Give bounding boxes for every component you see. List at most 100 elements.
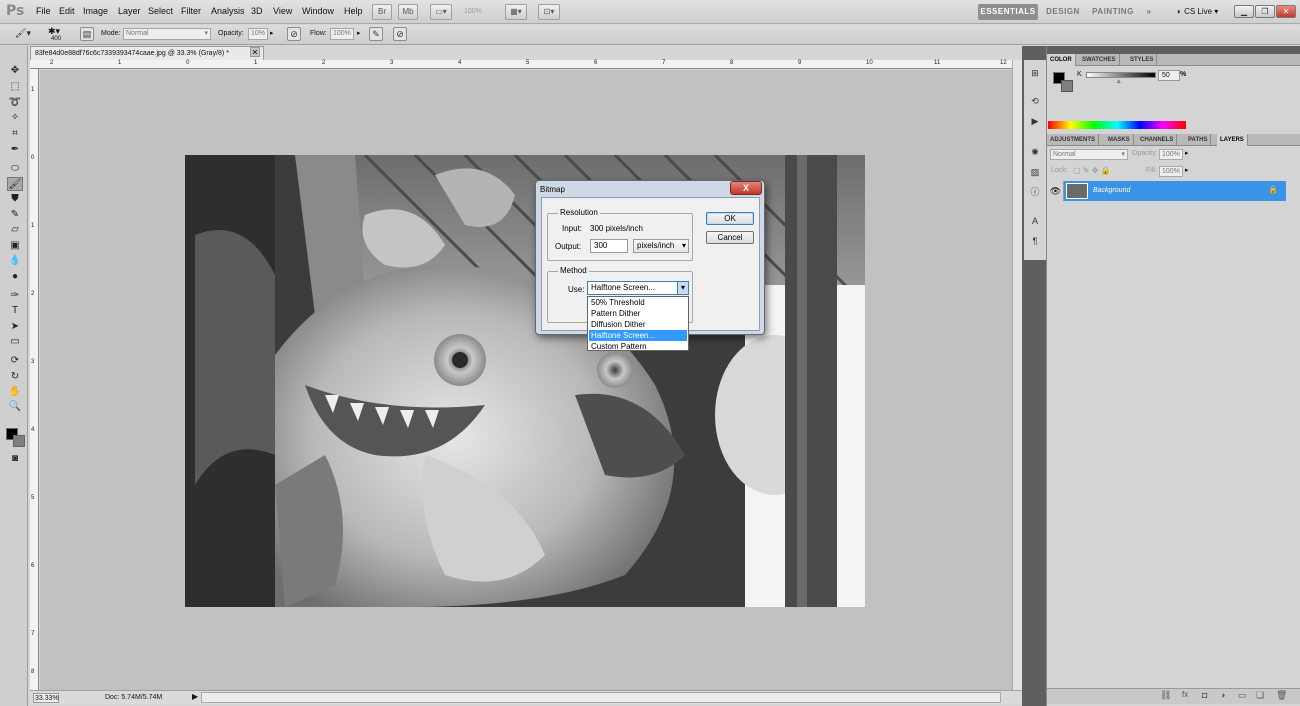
dropdown-option-selected[interactable]: Halftone Screen... (589, 330, 687, 341)
menu-layer[interactable]: Layer (118, 6, 141, 16)
menu-window[interactable]: Window (302, 6, 334, 16)
paragraph-icon[interactable]: ¶ (1028, 234, 1042, 248)
layer-opacity-field[interactable]: 100% (1159, 149, 1183, 160)
brush-presets-icon[interactable]: ✺ (1028, 145, 1042, 159)
gradient-tool-icon[interactable]: ▣ (7, 239, 23, 253)
tab-paths[interactable]: PATHS (1185, 134, 1212, 146)
k-value-field[interactable]: 50 (1158, 70, 1180, 81)
type-tool-icon[interactable]: T (7, 304, 23, 318)
clone-source-icon[interactable]: ▨ (1028, 165, 1042, 179)
menu-select[interactable]: Select (148, 6, 173, 16)
vertical-scrollbar[interactable] (1012, 60, 1022, 690)
opacity-slider-icon[interactable]: ▸ (270, 29, 274, 37)
arrange-documents-icon[interactable]: ▦▾ (505, 4, 527, 20)
zoom-status-field[interactable]: 33.33% (33, 693, 59, 703)
quick-selection-tool-icon[interactable]: ✧ (7, 111, 23, 125)
marquee-tool-icon[interactable]: ⬚ (7, 80, 23, 94)
workspace-more-icon[interactable]: » (1142, 4, 1156, 20)
brush-tool-preset-icon[interactable]: 🖌▾ (8, 27, 38, 41)
tab-color[interactable]: COLOR (1047, 54, 1076, 66)
workspace-design[interactable]: DESIGN (1043, 4, 1083, 20)
blur-tool-icon[interactable]: 💧 (7, 254, 23, 268)
menu-help[interactable]: Help (344, 6, 363, 16)
output-resolution-input[interactable]: 300 (590, 239, 628, 253)
close-icon[interactable]: ✕ (1276, 5, 1296, 18)
shape-tool-icon[interactable]: ▭ (7, 335, 23, 349)
flow-slider-icon[interactable]: ▸ (357, 29, 361, 37)
quick-mask-icon[interactable]: ◙ (7, 452, 23, 466)
workspace-painting[interactable]: PAINTING (1088, 4, 1138, 20)
blend-mode-select[interactable]: Normal ▾ (1050, 149, 1128, 160)
brush-panel-icon[interactable]: ▤ (80, 27, 94, 41)
3d-rotate-tool-icon[interactable]: ⟳ (7, 354, 23, 368)
pen-tool-icon[interactable]: ✑ (7, 289, 23, 303)
tab-masks[interactable]: MASKS (1105, 134, 1134, 146)
tab-swatches[interactable]: SWATCHES (1079, 54, 1120, 66)
menu-analysis[interactable]: Analysis (211, 6, 245, 16)
hand-tool-icon[interactable]: ✋ (7, 385, 23, 399)
tab-channels[interactable]: CHANNELS (1137, 134, 1178, 146)
new-group-icon[interactable]: ▭ (1238, 690, 1247, 701)
dropdown-option[interactable]: Custom Pattern (589, 341, 687, 352)
3d-orbit-tool-icon[interactable]: ↻ (7, 370, 23, 384)
minimize-icon[interactable]: ▁ (1234, 5, 1254, 18)
layer-style-icon[interactable]: fx (1182, 690, 1188, 699)
path-selection-tool-icon[interactable]: ➤ (7, 320, 23, 334)
k-slider[interactable] (1086, 72, 1156, 78)
opacity-field[interactable]: 10% (248, 28, 268, 40)
horizontal-scrollbar[interactable] (201, 692, 1001, 703)
close-document-icon[interactable]: ✕ (250, 47, 260, 57)
color-spectrum-bar[interactable] (1048, 121, 1186, 129)
clone-stamp-tool-icon[interactable]: ⛊ (7, 192, 23, 206)
pressure-size-icon[interactable]: ⊘ (393, 27, 407, 41)
dialog-close-button[interactable]: X (730, 181, 762, 195)
eyedropper-tool-icon[interactable]: ✒ (7, 143, 23, 157)
bridge-icon[interactable]: Br (372, 4, 392, 20)
history-brush-tool-icon[interactable]: ✎ (7, 208, 23, 222)
pressure-opacity-icon[interactable]: ⊘ (287, 27, 301, 41)
menu-file[interactable]: File (36, 6, 51, 16)
tab-styles[interactable]: STYLES (1127, 54, 1158, 66)
workspace-essentials[interactable]: ESSENTIALS (978, 4, 1038, 20)
dropdown-option[interactable]: Pattern Dither (589, 308, 687, 319)
brush-tool-icon[interactable]: 🖌 (7, 177, 23, 191)
color-background-swatch[interactable] (1061, 80, 1073, 92)
output-unit-select[interactable]: pixels/inch ▾ (633, 239, 689, 253)
adjustment-layer-icon[interactable]: ◑ (1220, 690, 1225, 700)
tab-layers[interactable]: LAYERS (1217, 134, 1248, 146)
background-color-swatch[interactable] (13, 435, 25, 447)
status-menu-icon[interactable]: ▶ (192, 692, 198, 701)
menu-edit[interactable]: Edit (59, 6, 75, 16)
restore-icon[interactable]: ❐ (1255, 5, 1275, 18)
airbrush-icon[interactable]: ✎ (369, 27, 383, 41)
actions-icon[interactable]: ▶ (1028, 114, 1042, 128)
extras-icon[interactable]: ▭▾ (430, 4, 452, 20)
trash-icon[interactable]: 🗑 (1276, 690, 1287, 701)
mode-select[interactable]: Normal ▾ (123, 28, 211, 40)
link-layers-icon[interactable]: ⛓ (1160, 690, 1171, 701)
crop-tool-icon[interactable]: ⌗ (7, 127, 23, 141)
tab-adjustments[interactable]: ADJUSTMENTS (1047, 134, 1100, 146)
dodge-tool-icon[interactable]: ● (7, 270, 23, 284)
menu-3d[interactable]: 3D (251, 6, 263, 16)
fill-slider-icon[interactable]: ▸ (1185, 166, 1189, 174)
cancel-button[interactable]: Cancel (706, 231, 754, 244)
lasso-tool-icon[interactable]: ➰ (7, 96, 23, 110)
move-tool-icon[interactable]: ✥ (7, 64, 23, 78)
eraser-tool-icon[interactable]: ▱ (7, 223, 23, 237)
history-icon[interactable]: ⟲ (1028, 94, 1042, 108)
menu-filter[interactable]: Filter (181, 6, 201, 16)
layer-name[interactable]: Background (1093, 187, 1130, 194)
menu-image[interactable]: Image (83, 6, 108, 16)
minibridge-icon[interactable]: Mb (398, 4, 418, 20)
document-tab[interactable]: 83fe84d0e88df76c6c7339393474caae.jpg @ 3… (30, 46, 264, 60)
flow-field[interactable]: 100% (330, 28, 354, 40)
character-icon[interactable]: A (1028, 214, 1042, 228)
add-mask-icon[interactable]: ◘ (1202, 690, 1207, 700)
info-icon[interactable]: ⓘ (1028, 185, 1042, 199)
zoom-tool-icon[interactable]: 🔍 (7, 400, 23, 414)
ok-button[interactable]: OK (706, 212, 754, 225)
visibility-eye-icon[interactable]: 👁 (1048, 181, 1064, 201)
fill-field[interactable]: 100% (1159, 166, 1183, 177)
dropdown-option[interactable]: Diffusion Dither (589, 319, 687, 330)
